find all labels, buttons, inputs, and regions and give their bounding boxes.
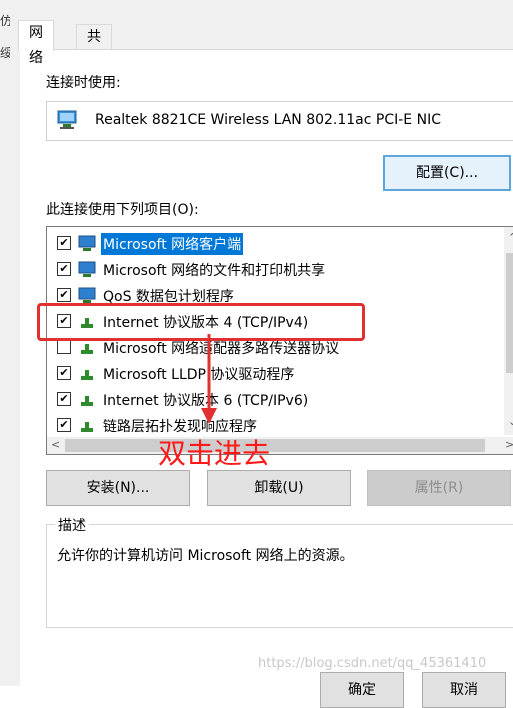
arrow-icon [201,334,217,424]
checkbox[interactable]: ✔ [57,392,71,406]
qos-icon [78,287,96,303]
protocol-icon [81,370,93,380]
vertical-scrollbar[interactable]: ⌃ ⌄ [504,227,513,435]
item-label: Microsoft 网络的文件和打印机共享 [103,263,326,279]
list-item[interactable]: ✔ Microsoft 网络的文件和打印机共享 [47,257,507,281]
horizontal-scrollbar[interactable]: < > [47,437,513,454]
tab-sharing[interactable]: 共享 [76,24,112,70]
tab-panel: 连接时使用: Realtek 8821CE Wireless LAN 802.1… [20,49,513,708]
checkbox[interactable] [57,340,71,354]
list-item[interactable]: ✔ 链路层拓扑发现响应程序 [47,413,507,437]
scroll-right-icon[interactable]: > [505,438,513,451]
network-client-icon [78,235,96,251]
scroll-thumb[interactable] [65,439,485,452]
list-item[interactable]: ✔ Microsoft 网络客户端 [47,231,507,255]
connect-using-label: 连接时使用: [46,75,121,91]
checkbox[interactable]: ✔ [57,418,71,432]
items-label: 此连接使用下列项目(O): [46,202,199,218]
description-group: 描述 允许你的计算机访问 Microsoft 网络上的资源。 [46,515,513,628]
adapter-name: Realtek 8821CE Wireless LAN 802.11ac PCI… [95,112,441,128]
scroll-down-icon[interactable]: ⌄ [508,415,513,428]
checkbox[interactable]: ✔ [57,236,71,250]
network-adapter-icon [57,110,77,129]
adapter-box: Realtek 8821CE Wireless LAN 802.11ac PCI… [46,101,513,141]
properties-button[interactable]: 属性(R) [367,470,511,506]
uninstall-button[interactable]: 卸载(U) [207,470,351,506]
list-item[interactable]: ✔ Internet 协议版本 6 (TCP/IPv6) [47,387,507,411]
scroll-thumb[interactable] [506,253,513,373]
checkbox[interactable]: ✔ [57,366,71,380]
scroll-left-icon[interactable]: < [51,438,60,451]
checkbox[interactable]: ✔ [57,288,71,302]
description-title: 描述 [55,515,89,535]
tab-network[interactable]: 网络 [18,20,54,66]
item-label: Microsoft 网络客户端 [101,233,244,255]
configure-button[interactable]: 配置(C)... [383,155,511,191]
watermark-text: https://blog.csdn.net/qq_45361410 [258,656,487,671]
protocol-icon [81,422,93,432]
annotation-text: 双击进去 [158,437,271,470]
properties-dialog: 网络 共享 连接时使用: Realtek 8821CE Wireless LAN… [10,0,513,708]
protocol-icon [81,396,93,406]
ok-button[interactable]: 确定 [320,672,404,708]
description-text: 允许你的计算机访问 Microsoft 网络上的资源。 [57,548,354,564]
install-button[interactable]: 安装(N)... [46,470,190,506]
checkbox[interactable]: ✔ [57,262,71,276]
file-share-icon [78,261,96,277]
scroll-up-icon[interactable]: ⌃ [508,231,513,244]
list-item[interactable]: ✔ Microsoft LLDP 协议驱动程序 [47,361,507,385]
cancel-button[interactable]: 取消 [422,672,506,708]
